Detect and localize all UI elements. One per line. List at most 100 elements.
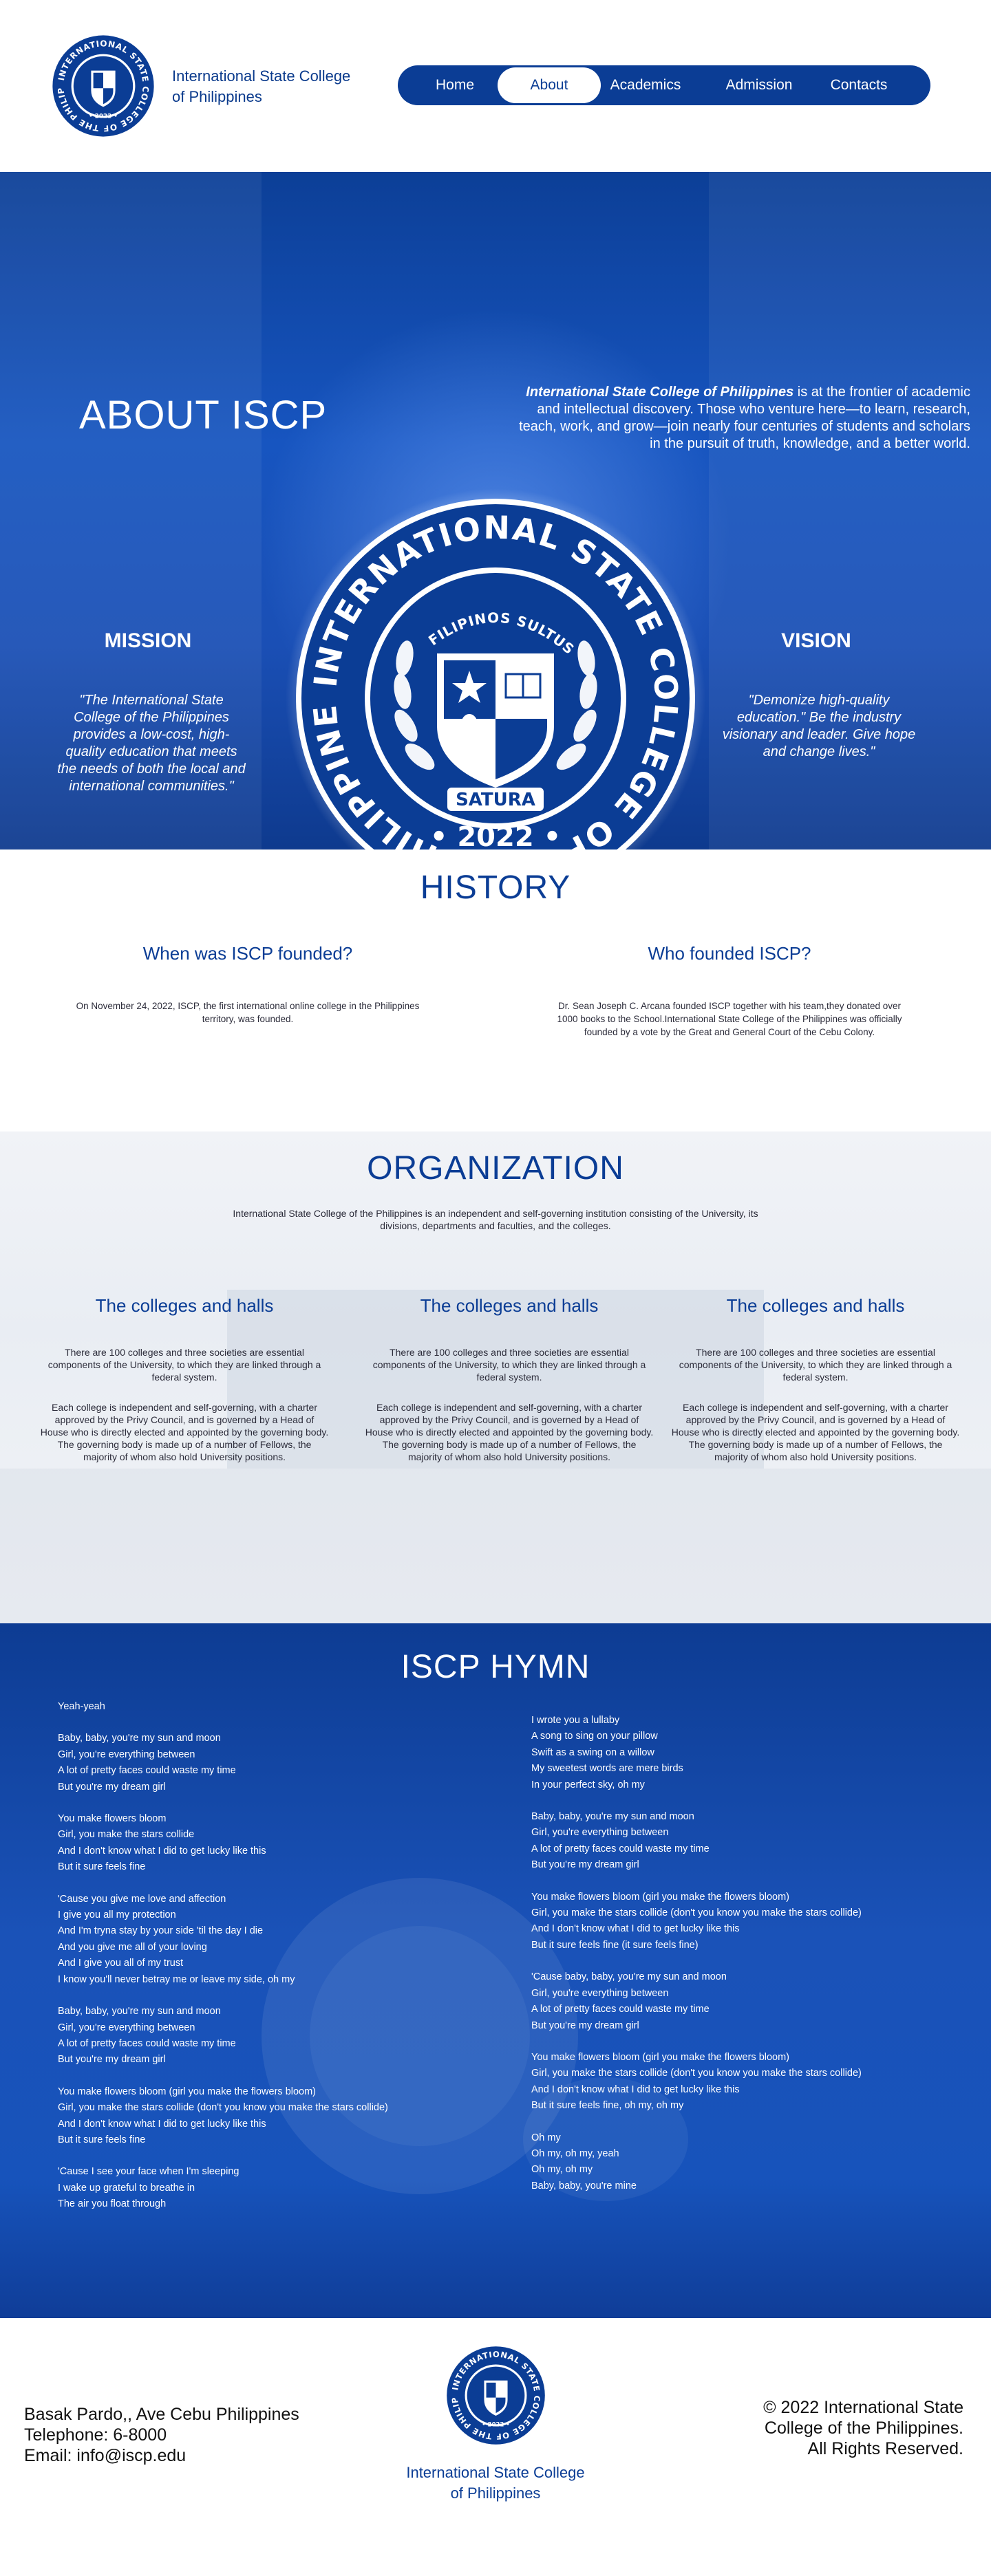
hymn-lyric-line: I give you all my protection (58, 1909, 176, 1921)
history-q2: Who founded ISCP? (648, 943, 811, 964)
hymn-stanza: You make flowers bloom (girl you make th… (531, 2050, 958, 2114)
mission-title: MISSION (104, 629, 192, 652)
large-college-seal: INTERNATIONAL STATE COLLEGE OF THE PHILI… (270, 455, 709, 849)
svg-text:• 2022 •: • 2022 • (430, 821, 561, 849)
org-col3-p1: There are 100 colleges and three societi… (679, 1347, 952, 1383)
hymn-stanza: 'Cause I see your face when I'm sleeping… (58, 2164, 484, 2212)
hymn-lyric-line: 'Cause baby, baby, you're my sun and moo… (531, 1971, 727, 1983)
footer-copyright: © 2022 International State College of th… (702, 2397, 963, 2459)
footer-brand-line-1: International State College (406, 2464, 585, 2481)
hymn-stanza: You make flowers bloom (girl you make th… (531, 1890, 958, 1954)
hymn-section: ISCP HYMN Yeah-yeah Baby, baby, you're my… (0, 1623, 991, 2318)
nav-admission[interactable]: Admission (714, 65, 804, 105)
hymn-lyrics-left: Yeah-yeah Baby, baby, you're my sun and m… (58, 1699, 484, 2229)
hymn-lyric-line: And I don't know what I did to get lucky… (531, 1923, 740, 1935)
nav-home[interactable]: Home (417, 65, 493, 105)
copyright-line-3: All Rights Reserved. (807, 2439, 963, 2458)
hymn-lyric-line: Oh my, oh my, yeah (531, 2147, 619, 2159)
hymn-lyric-line: Oh my, oh my (531, 2164, 593, 2176)
hymn-lyric-line: I wake up grateful to breathe in (58, 2182, 195, 2194)
organization-intro: International State College of the Phili… (233, 1208, 758, 1231)
hymn-lyric-line: I know you'll never betray me or leave m… (58, 1973, 295, 1985)
hymn-lyric-line: But it sure feels fine (58, 2134, 146, 2145)
org-col2-p2: Each college is independent and self-gov… (365, 1402, 654, 1462)
footer-contact: Basak Pardo,, Ave Cebu Philippines Telep… (24, 2404, 299, 2466)
footer-brand-name: International State College of Philippin… (375, 2463, 616, 2504)
about-section: ABOUT ISCP International State College o… (0, 172, 991, 849)
hymn-lyric-line: And I don't know what I did to get lucky… (531, 2083, 740, 2095)
hymn-lyric-line: Girl, you make the stars collide (58, 1829, 195, 1841)
org-col3-title: The colleges and halls (726, 1295, 905, 1316)
hymn-lyric-line: But you're my dream girl (531, 2020, 639, 2031)
hymn-lyric-line: 'Cause you give me love and affection (58, 1893, 226, 1905)
copyright-line-1: © 2022 International State (763, 2398, 963, 2417)
hymn-lyric-line: Girl, you make the stars collide (don't … (531, 1907, 862, 1919)
about-title: ABOUT ISCP (79, 393, 328, 437)
brand-line-1: International State College (172, 67, 351, 85)
hymn-lyric-line: Girl, you're everything between (58, 1749, 195, 1760)
copyright-line-2: College of the Philippines. (764, 2418, 963, 2438)
hymn-stanza: Oh my Oh my, oh my, yeah Oh my, oh my Baby,… (531, 2130, 958, 2195)
hymn-lyric-line: And I don't know what I did to get lucky… (58, 2118, 266, 2130)
hymn-lyric-line: Baby, baby, you're my sun and moon (58, 2006, 221, 2017)
svg-text:SATURA: SATURA (456, 790, 535, 810)
hymn-stanza: Yeah-yeah (58, 1699, 484, 1715)
vision-title: VISION (781, 629, 851, 652)
hymn-lyric-line: Baby, baby, you're my sun and moon (531, 1811, 694, 1823)
hymn-stanza: Baby, baby, you're my sun and moon Girl, … (58, 1731, 484, 1795)
hymn-lyric-line: You make flowers bloom (girl you make th… (531, 1891, 790, 1903)
hymn-lyric-line: You make flowers bloom (girl you make th… (58, 2086, 317, 2097)
nav-contacts[interactable]: Contacts (814, 65, 904, 105)
hymn-lyric-line: But it sure feels fine (58, 1861, 146, 1873)
org-col2-title: The colleges and halls (420, 1295, 599, 1316)
nav-about[interactable]: About (498, 67, 601, 103)
history-title: HISTORY (420, 869, 571, 906)
hymn-lyric-line: Baby, baby, you're my sun and moon (58, 1733, 221, 1744)
hymn-lyric-line: A lot of pretty faces could waste my tim… (58, 1765, 236, 1777)
org-col1-p1: There are 100 colleges and three societi… (47, 1347, 321, 1383)
hymn-lyric-line: Girl, you're everything between (531, 1827, 669, 1839)
mission-text: "The International State College of the … (57, 693, 246, 794)
hymn-lyric-line: Girl, you make the stars collide (don't … (531, 2068, 862, 2079)
hymn-lyric-line: And I'm tryna stay by your side 'til the… (58, 1925, 264, 1937)
footer-telephone[interactable]: Telephone: 6-8000 (24, 2425, 299, 2445)
hymn-stanza: I wrote you a lullaby A song to sing on y… (531, 1713, 958, 1793)
footer-email[interactable]: Email: info@iscp.edu (24, 2445, 299, 2466)
brand-name[interactable]: International State College of Philippin… (172, 66, 379, 107)
history-a1: On November 24, 2022, ISCP, the first in… (76, 1001, 420, 1024)
hymn-lyric-line: Swift as a swing on a willow (531, 1746, 654, 1758)
hymn-lyric-line: My sweetest words are mere birds (531, 1763, 683, 1775)
svg-text:• 2022 •: • 2022 • (89, 113, 118, 120)
hymn-lyric-line: Girl, you're everything between (58, 2022, 195, 2033)
history-a2: Dr. Sean Joseph C. Arcana founded ISCP t… (557, 1001, 902, 1037)
site-header: INTERNATIONAL STATE COLLEGE OF THE PHILI… (0, 0, 991, 172)
hymn-lyric-line: Girl, you make the stars collide (don't … (58, 2102, 388, 2114)
hymn-lyric-line: But it sure feels fine, oh my, oh my (531, 2100, 684, 2112)
hymn-lyric-line: I wrote you a lullaby (531, 1715, 620, 1726)
site-footer: Basak Pardo,, Ave Cebu Philippines Telep… (0, 2318, 991, 2569)
brand-line-2: of Philippines (172, 88, 262, 105)
hymn-lyric-line: You make flowers bloom (58, 1813, 167, 1825)
footer-brand-line-2: of Philippines (450, 2485, 541, 2502)
svg-text:• 2022 •: • 2022 • (482, 2421, 510, 2428)
hymn-title: ISCP HYMN (401, 1649, 590, 1685)
hymn-stanza: Baby, baby, you're my sun and moon Girl, … (58, 2004, 484, 2068)
hymn-lyric-line: And you give me all of your loving (58, 1941, 207, 1953)
hymn-lyric-line: A lot of pretty faces could waste my tim… (531, 1843, 710, 1854)
hymn-stanza: You make flowers bloom (girl you make th… (58, 2084, 484, 2149)
hymn-lyric-line: In your perfect sky, oh my (531, 1779, 645, 1790)
hymn-lyric-line: Girl, you're everything between (531, 1987, 669, 1999)
history-section: HISTORY When was ISCP founded? On Novemb… (0, 849, 991, 1132)
hymn-lyric-line: But it sure feels fine (it sure feels fi… (531, 1939, 699, 1951)
org-col3-p2: Each college is independent and self-gov… (671, 1402, 960, 1462)
about-intro: International State College of Philippin… (509, 384, 970, 453)
hymn-lyric-line: Yeah-yeah (58, 1701, 105, 1712)
footer-seal-logo[interactable]: INTERNATIONAL STATE COLLEGE OF THE PHILI… (439, 2335, 549, 2449)
hymn-lyrics-right: I wrote you a lullaby A song to sing on y… (531, 1713, 958, 2210)
college-seal-logo[interactable]: INTERNATIONAL STATE COLLEGE OF THE PHILI… (45, 23, 158, 141)
hymn-lyric-line: You make flowers bloom (girl you make th… (531, 2051, 790, 2063)
hymn-lyric-line: A song to sing on your pillow (531, 1731, 658, 1742)
history-q1: When was ISCP founded? (142, 943, 353, 964)
org-col1-title: The colleges and halls (95, 1295, 274, 1316)
nav-academics[interactable]: Academics (601, 65, 690, 105)
